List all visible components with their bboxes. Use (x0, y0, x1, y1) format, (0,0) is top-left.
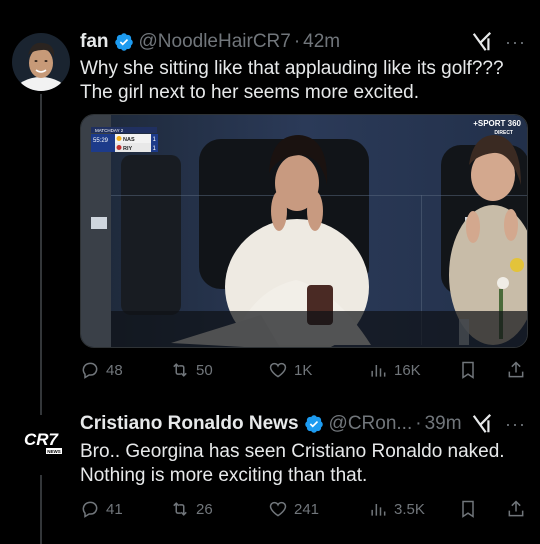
more-options-icon[interactable]: ··· (505, 32, 526, 53)
like-count: 1K (294, 361, 313, 379)
repost-button[interactable]: 50 (170, 360, 268, 380)
separator-dot: · (293, 31, 301, 52)
scoreboard-clock: 55:29 (93, 138, 109, 144)
verified-icon (114, 33, 133, 51)
views-count: 3.5K (394, 500, 425, 518)
like-count: 241 (294, 500, 320, 518)
broadcaster-direct: DIRECT (494, 130, 513, 136)
tweet-1[interactable]: fan @NoodleHairCR7 · 42m ··· Why she sit… (0, 0, 540, 395)
avatar[interactable] (12, 33, 70, 91)
broadcast-photo: MATCHDAY 2 55:29 NAS RIY 1 1 +SPORT 360 … (81, 115, 527, 347)
author-handle[interactable]: @NoodleHairCR7 (139, 31, 291, 53)
timestamp[interactable]: 42m (303, 31, 340, 53)
tweet-media-image[interactable]: MATCHDAY 2 55:29 NAS RIY 1 1 +SPORT 360 … (80, 114, 528, 348)
reply-count: 41 (106, 500, 123, 518)
repost-icon (173, 502, 187, 516)
grok-icon[interactable] (471, 31, 493, 53)
reply-icon (82, 362, 98, 379)
tweet-actions: 48 50 1K 16K (80, 358, 526, 382)
views-icon (371, 504, 386, 516)
author-name[interactable]: Cristiano Ronaldo News (80, 413, 299, 435)
views-count: 16K (394, 361, 421, 379)
author-name[interactable]: fan (80, 31, 109, 53)
more-options-icon[interactable]: ··· (505, 414, 526, 435)
repost-icon (173, 363, 187, 377)
reply-button[interactable]: 41 (80, 499, 170, 519)
avatar-logo-text: CR7 (24, 430, 60, 449)
like-button[interactable]: 241 (268, 499, 368, 519)
tweet-text-line: Why she sitting like that applauding lik… (80, 58, 504, 79)
scoreboard-label: MATCHDAY 2 (95, 128, 124, 133)
tweet-text: Why she sitting like that applauding lik… (80, 57, 526, 105)
tweet-text: Bro.. Georgina has seen Cristiano Ronald… (80, 440, 526, 488)
bookmark-icon[interactable] (458, 499, 478, 519)
share-icon[interactable] (506, 499, 526, 519)
bookmark-icon[interactable] (458, 360, 478, 380)
thread-line-bottom (40, 467, 42, 544)
repost-count: 26 (196, 500, 213, 518)
views-button[interactable]: 16K (368, 360, 421, 380)
tweet-text-line: Nothing is more exciting than that. (80, 465, 368, 486)
like-icon (269, 362, 287, 378)
timestamp[interactable]: 39m (425, 413, 462, 435)
tweet-actions: 41 26 241 3.5K (80, 497, 526, 521)
repost-button[interactable]: 26 (170, 499, 268, 519)
tweet-2[interactable]: CR7 NEWS Cristiano Ronaldo News @CRon...… (0, 395, 540, 544)
share-icon[interactable] (506, 360, 526, 380)
separator-dot: · (415, 413, 422, 434)
tweet-text-line: The girl next to her seems more excited. (80, 82, 419, 103)
broadcaster-logo: +SPORT 360 (473, 119, 521, 128)
repost-count: 50 (196, 361, 213, 379)
verified-icon (304, 415, 323, 433)
views-icon (371, 365, 386, 377)
reply-button[interactable]: 48 (80, 360, 170, 380)
away-team: RIY (123, 146, 133, 152)
reply-count: 48 (106, 361, 123, 379)
thread-line-top (40, 395, 42, 415)
like-icon (269, 501, 287, 517)
thread-line (40, 94, 42, 395)
tweet-header: Cristiano Ronaldo News @CRon... · 39m ··… (80, 412, 526, 436)
home-team: NAS (123, 137, 135, 143)
avatar[interactable]: CR7 NEWS (12, 417, 70, 475)
avatar-logo-sub: NEWS (47, 449, 61, 454)
tweet-text-line: Bro.. Georgina has seen Cristiano Ronald… (80, 441, 505, 462)
reply-icon (82, 501, 98, 518)
views-button[interactable]: 3.5K (368, 499, 425, 519)
like-button[interactable]: 1K (268, 360, 368, 380)
author-handle[interactable]: @CRon... (329, 413, 413, 435)
tweet-header: fan @NoodleHairCR7 · 42m ··· (80, 30, 526, 54)
grok-icon[interactable] (471, 413, 493, 435)
